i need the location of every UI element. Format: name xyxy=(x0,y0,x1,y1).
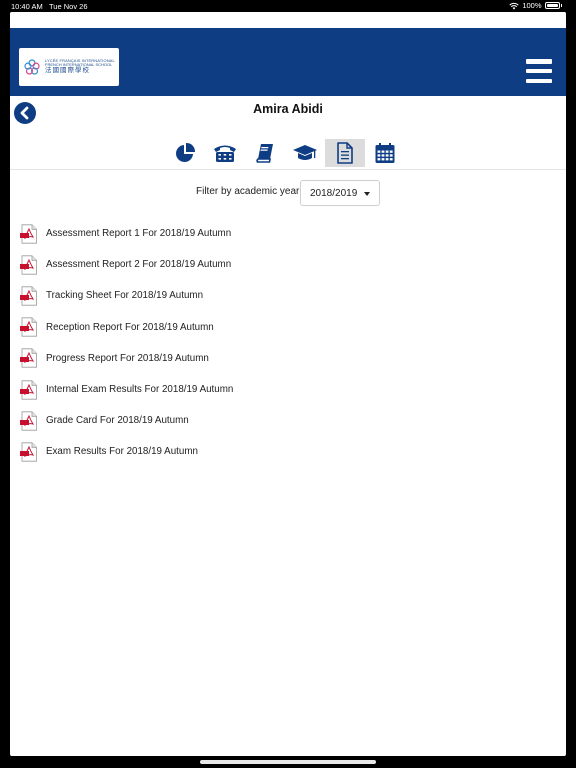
report-label: Tracking Sheet For 2018/19 Autumn xyxy=(46,290,204,302)
pdf-file-icon xyxy=(20,348,37,368)
report-label: Exam Results For 2018/19 Autumn xyxy=(46,446,198,458)
pdf-file-icon xyxy=(20,317,37,337)
pdf-file-icon xyxy=(20,411,37,431)
status-bar: 10:40 AM Tue Nov 26 100% xyxy=(0,0,576,12)
report-label: Progress Report For 2018/19 Autumn xyxy=(46,352,209,364)
report-row[interactable]: Reception Report For 2018/19 Autumn xyxy=(20,312,540,343)
pdf-file-icon xyxy=(20,442,37,462)
report-row[interactable]: Assessment Report 1 For 2018/19 Autumn xyxy=(20,218,540,249)
tab-pie-chart[interactable] xyxy=(165,139,205,167)
report-label: Grade Card For 2018/19 Autumn xyxy=(46,415,189,427)
report-label: Assessment Report 1 For 2018/19 Autumn xyxy=(46,228,232,240)
calendar-icon xyxy=(375,143,395,163)
home-indicator[interactable] xyxy=(200,760,376,764)
phone-icon xyxy=(214,145,236,162)
pdf-file-icon xyxy=(20,286,37,306)
tab-phone[interactable] xyxy=(205,139,245,167)
wifi-icon xyxy=(509,2,519,9)
report-label: Assessment Report 2 For 2018/19 Autumn xyxy=(46,259,232,271)
status-indicators: 100% xyxy=(509,1,562,10)
report-row[interactable]: Progress Report For 2018/19 Autumn xyxy=(20,343,540,374)
tabbar-divider xyxy=(10,169,566,170)
student-name-title: Amira Abidi xyxy=(253,102,323,116)
pdf-file-icon xyxy=(20,255,37,275)
dropdown-caret-icon xyxy=(364,192,370,196)
status-time: 10:40 AM xyxy=(11,2,43,11)
app-header: LYCÉE FRANÇAIS INTERNATIONAL FRENCH INTE… xyxy=(10,28,566,96)
report-label: Reception Report For 2018/19 Autumn xyxy=(46,321,214,333)
tab-book[interactable] xyxy=(245,139,285,167)
battery-icon xyxy=(544,2,560,9)
report-row[interactable]: Exam Results For 2018/19 Autumn xyxy=(20,436,540,467)
battery-percent: 100% xyxy=(522,1,542,10)
hamburger-menu-icon[interactable] xyxy=(526,59,552,83)
report-label: Internal Exam Results For 2018/19 Autumn xyxy=(46,384,234,396)
document-icon xyxy=(337,142,353,164)
pdf-file-icon xyxy=(20,223,37,244)
flower-logo-icon xyxy=(24,59,40,75)
academic-year-value: 2018/2019 xyxy=(310,187,358,199)
academic-year-filter-label: Filter by academic year xyxy=(196,186,300,197)
tab-documents[interactable] xyxy=(325,139,365,167)
report-row[interactable]: Assessment Report 2 For 2018/19 Autumn xyxy=(20,249,540,280)
report-row[interactable]: Tracking Sheet For 2018/19 Autumn xyxy=(20,280,540,311)
app-screen: LYCÉE FRANÇAIS INTERNATIONAL FRENCH INTE… xyxy=(10,12,566,756)
book-icon xyxy=(256,144,273,163)
pie-chart-icon xyxy=(176,142,196,162)
status-date: Tue Nov 26 xyxy=(49,2,88,11)
report-row[interactable]: Internal Exam Results For 2018/19 Autumn xyxy=(20,374,540,405)
section-tabbar xyxy=(165,139,405,169)
tab-calendar[interactable] xyxy=(365,139,405,167)
report-row[interactable]: Grade Card For 2018/19 Autumn xyxy=(20,405,540,436)
tab-graduation[interactable] xyxy=(285,139,325,167)
logo-text-chinese: 法國國際學校 xyxy=(45,67,90,75)
report-list: Assessment Report 1 For 2018/19 Autumn As… xyxy=(20,218,540,468)
pdf-file-icon xyxy=(20,379,37,400)
academic-year-select[interactable]: 2018/2019 xyxy=(300,180,380,206)
school-logo: LYCÉE FRANÇAIS INTERNATIONAL FRENCH INTE… xyxy=(19,48,119,86)
graduation-cap-icon xyxy=(293,145,317,160)
